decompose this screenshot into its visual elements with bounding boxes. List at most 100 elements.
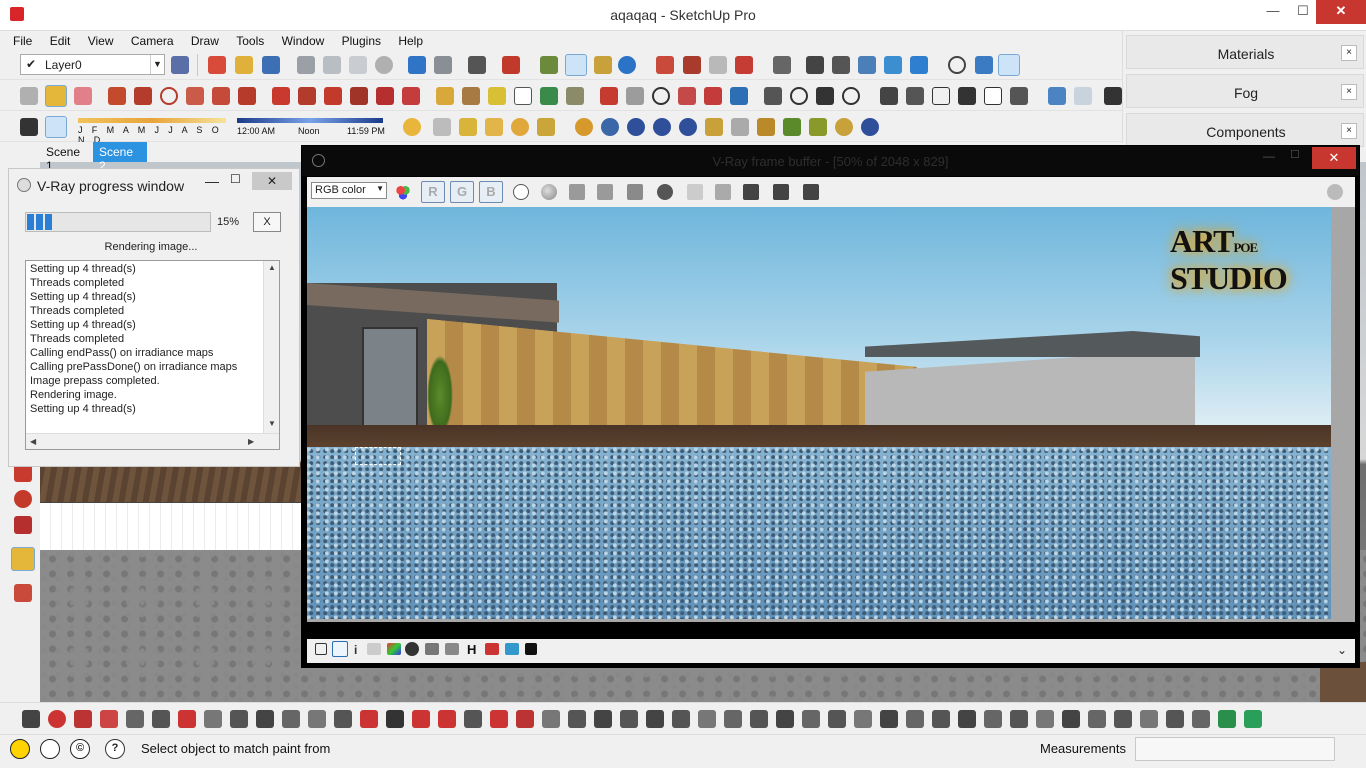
shaded-house-icon[interactable] <box>984 87 1002 105</box>
stamp-icon[interactable] <box>126 710 144 728</box>
redo-icon[interactable] <box>434 56 452 74</box>
mesh-light-icon[interactable] <box>537 118 555 136</box>
sphere-light-icon[interactable] <box>511 118 529 136</box>
intersect-icon[interactable] <box>464 710 482 728</box>
vray-rt-small-icon[interactable] <box>653 118 671 136</box>
hidden-line-house-icon[interactable] <box>958 87 976 105</box>
wireframe-house-icon[interactable] <box>932 87 950 105</box>
column-icon[interactable] <box>958 710 976 728</box>
back-edges-icon[interactable] <box>906 87 924 105</box>
alpha-icon[interactable] <box>513 184 529 200</box>
freehand-icon[interactable] <box>238 87 256 105</box>
vray-o-icon[interactable] <box>601 118 619 136</box>
3d-text-icon[interactable] <box>566 87 584 105</box>
omni-light-icon[interactable] <box>433 118 451 136</box>
orbit-tool-icon[interactable] <box>600 87 618 105</box>
menu-file[interactable]: File <box>13 31 32 48</box>
progress-window-header[interactable]: V-Ray progress window — ☐ ✕ <box>9 169 299 201</box>
door-icon[interactable] <box>1036 710 1054 728</box>
frame-icon[interactable] <box>1062 710 1080 728</box>
tape-measure-icon[interactable] <box>436 87 454 105</box>
sandbox-scratch-icon[interactable] <box>48 710 66 728</box>
green-tool-2-icon[interactable] <box>1244 710 1262 728</box>
maximize-button[interactable]: ☐ <box>1290 148 1300 161</box>
zoom-icon[interactable] <box>652 87 670 105</box>
monochrome-icon[interactable] <box>541 184 557 200</box>
rotate-icon[interactable] <box>324 87 342 105</box>
position-camera-icon[interactable] <box>565 54 587 76</box>
geo-location-icon[interactable] <box>10 739 30 759</box>
window-maker-icon[interactable] <box>802 710 820 728</box>
fillet-icon[interactable] <box>360 710 378 728</box>
minimize-button[interactable]: — <box>1258 0 1288 24</box>
protractor-icon[interactable] <box>488 87 506 105</box>
erase-icon[interactable] <box>375 56 393 74</box>
pan-hand-icon[interactable] <box>626 87 644 105</box>
save-image-icon[interactable] <box>569 184 585 200</box>
push-pull-icon[interactable] <box>298 87 316 105</box>
menu-edit[interactable]: Edit <box>50 31 71 48</box>
save-icon[interactable] <box>262 56 280 74</box>
right-view-icon[interactable] <box>884 56 902 74</box>
load-image-icon[interactable] <box>627 184 643 200</box>
vray-rt-icon[interactable] <box>683 56 701 74</box>
top-view-icon[interactable] <box>832 56 850 74</box>
components-icon[interactable] <box>773 56 791 74</box>
frame-buffer-header[interactable]: V-Ray frame buffer - [50% of 2048 x 829]… <box>302 146 1359 176</box>
log-vertical-scrollbar[interactable]: ▲ ▼ <box>263 261 279 435</box>
help-icon[interactable]: ? <box>105 739 125 759</box>
show-info-icon[interactable] <box>332 641 348 657</box>
credits-icon[interactable] <box>40 739 60 759</box>
chevron-down-icon[interactable]: ▼ <box>150 55 164 74</box>
menu-draw[interactable]: Draw <box>191 31 219 48</box>
icc-icon[interactable] <box>445 643 459 655</box>
menu-plugins[interactable]: Plugins <box>342 31 381 48</box>
pipe-icon[interactable] <box>1140 710 1158 728</box>
look-around-icon[interactable] <box>594 56 612 74</box>
sandbox-from-contours-icon[interactable] <box>22 710 40 728</box>
lut-icon[interactable] <box>425 643 439 655</box>
print-icon[interactable] <box>468 56 486 74</box>
color-corrections-icon[interactable] <box>395 184 411 200</box>
tray-panel-components[interactable]: Components × <box>1126 113 1364 147</box>
iso-view-icon[interactable] <box>806 56 824 74</box>
tile-icon[interactable] <box>906 710 924 728</box>
paint-bucket-icon[interactable] <box>11 547 35 571</box>
scroll-right-icon[interactable]: ▶ <box>248 437 254 446</box>
vray-sphere-icon[interactable] <box>731 118 749 136</box>
track-mouse-icon[interactable] <box>687 184 703 200</box>
clear-image-icon[interactable] <box>657 184 673 200</box>
wall-icon[interactable] <box>932 710 950 728</box>
previous-view-icon[interactable] <box>730 87 748 105</box>
exposure-icon[interactable] <box>405 642 419 656</box>
sun-icon[interactable] <box>403 118 421 136</box>
beam-icon[interactable] <box>984 710 1002 728</box>
truss-icon[interactable] <box>828 710 846 728</box>
menu-window[interactable]: Window <box>282 31 325 48</box>
move-icon[interactable] <box>272 87 290 105</box>
grid-icon[interactable] <box>594 710 612 728</box>
louver-icon[interactable] <box>854 710 872 728</box>
axes-icon[interactable] <box>540 87 558 105</box>
green-channel-button[interactable]: G <box>450 181 474 203</box>
time-slider[interactable]: 12:00 AM Noon 11:59 PM <box>237 118 387 140</box>
lattice-icon[interactable] <box>646 710 664 728</box>
pixel-aspect-icon[interactable] <box>525 643 537 655</box>
extend-icon[interactable] <box>412 710 430 728</box>
xray-icon[interactable] <box>880 87 898 105</box>
arc-tool-icon[interactable] <box>516 710 534 728</box>
paste-icon[interactable] <box>349 56 367 74</box>
orbit-icon[interactable] <box>948 56 966 74</box>
section-tool-icon[interactable] <box>842 87 860 105</box>
blue-channel-button[interactable]: B <box>479 181 503 203</box>
cancel-render-button[interactable]: X <box>253 212 281 232</box>
monochrome-icon[interactable] <box>1048 87 1066 105</box>
section-plane-icon[interactable] <box>618 56 636 74</box>
vray-options-icon[interactable] <box>709 56 727 74</box>
maximize-button[interactable]: ☐ <box>1288 0 1318 24</box>
smoove-icon[interactable] <box>230 710 248 728</box>
layer-select[interactable]: ✔ Layer0 ▼ <box>20 54 165 75</box>
flip-edge-icon[interactable] <box>204 710 222 728</box>
menu-camera[interactable]: Camera <box>131 31 174 48</box>
close-button[interactable]: ✕ <box>1316 0 1366 24</box>
